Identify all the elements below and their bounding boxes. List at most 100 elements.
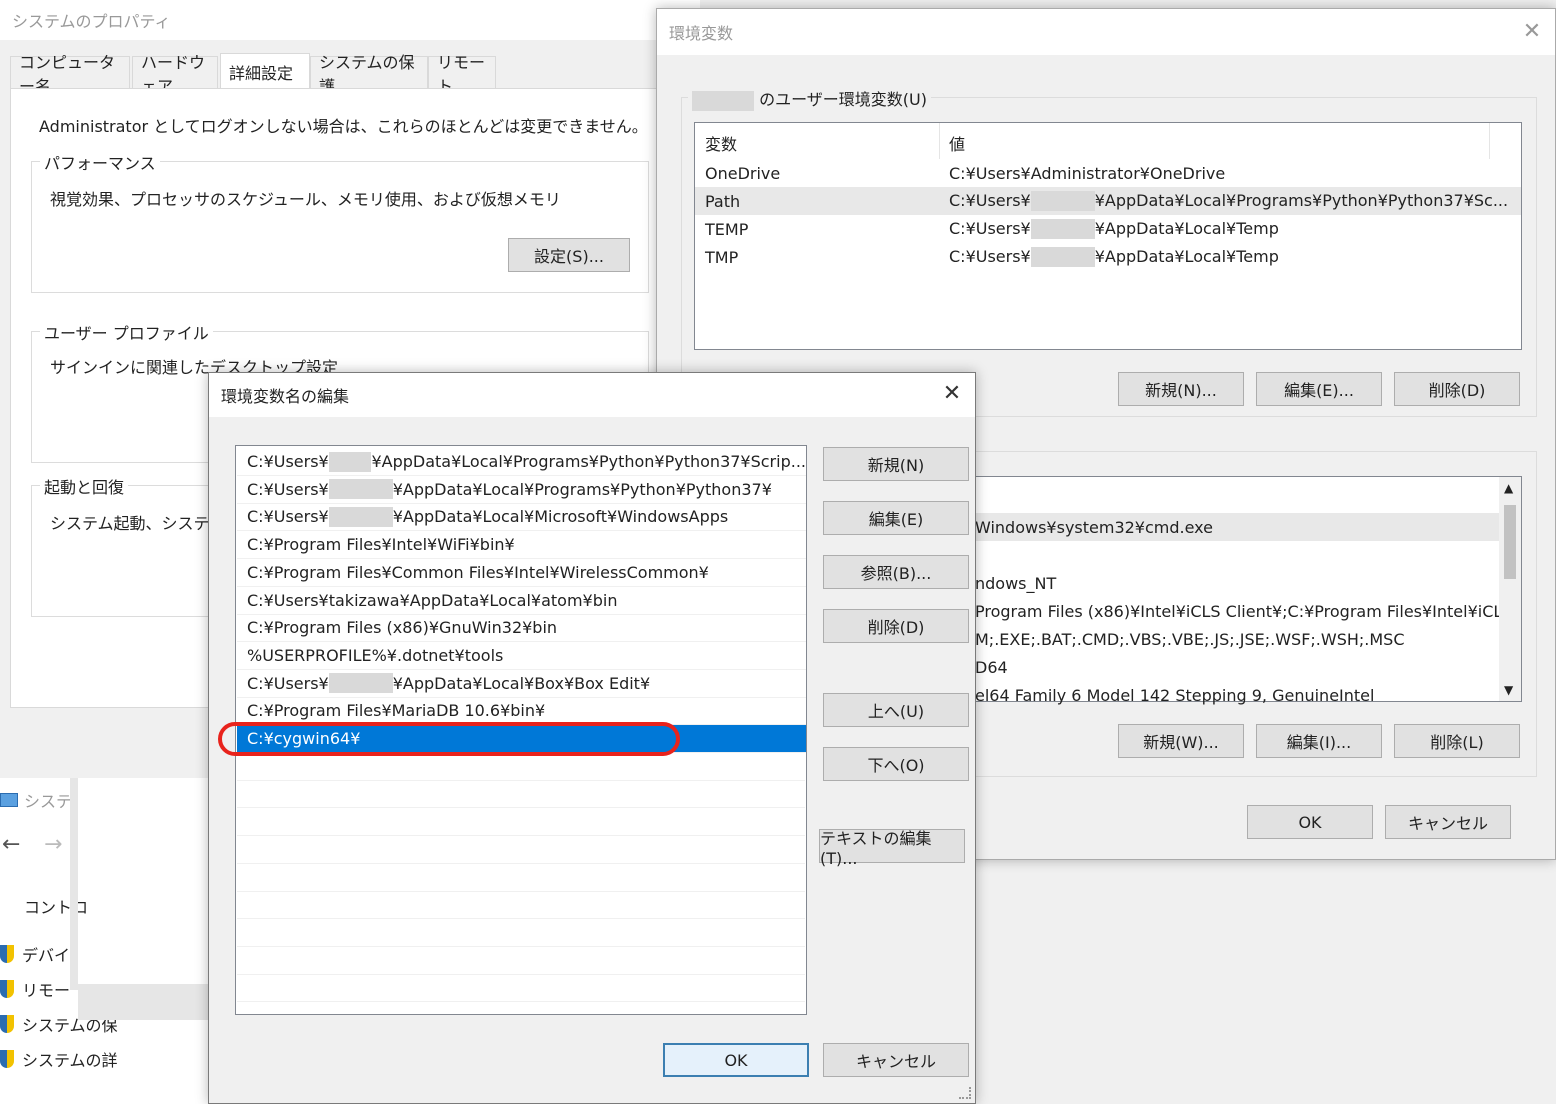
list-item[interactable]: C:¥Program Files (x86)¥GnuWin32¥bin	[237, 614, 806, 643]
startup-legend: 起動と回復	[40, 474, 129, 498]
variable-value: C:¥Users¥ ¥AppData¥Local¥Temp	[949, 218, 1279, 240]
empty-list-row[interactable]	[237, 891, 805, 920]
redacted-username	[1030, 219, 1095, 240]
variable-value: C:¥Users¥ ¥AppData¥Local¥Programs¥Python¥…	[949, 190, 1509, 212]
shield-icon	[0, 1015, 14, 1033]
resize-grip-icon[interactable]	[959, 1087, 971, 1099]
redacted-username	[692, 90, 754, 111]
performance-settings-button[interactable]: 設定(S)...	[508, 238, 630, 272]
edit-button[interactable]: 編集(E)	[823, 501, 969, 535]
list-item[interactable]: C:¥Program Files¥MariaDB 10.6¥bin¥	[237, 697, 806, 726]
move-up-button[interactable]: 上へ(U)	[823, 693, 969, 727]
user-new-button[interactable]: 新規(N)...	[1118, 372, 1244, 406]
list-item[interactable]: C:¥Program Files¥Intel¥WiFi¥bin¥	[237, 531, 806, 560]
close-icon[interactable]: ✕	[941, 383, 963, 405]
list-item[interactable]: %USERPROFILE%¥.dotnet¥tools	[237, 642, 806, 670]
tab-2[interactable]: 詳細設定	[220, 53, 310, 89]
user-delete-button[interactable]: 削除(D)	[1394, 372, 1520, 406]
variable-name: TMP	[705, 247, 739, 267]
cancel-button[interactable]: キャンセル	[823, 1043, 969, 1077]
gray-strip	[70, 778, 78, 990]
control-panel-link[interactable]: リモー	[0, 977, 70, 1001]
browse-button[interactable]: 参照(B)...	[823, 555, 969, 589]
table-row[interactable]: TMP C:¥Users¥ ¥AppData¥Local¥Temp	[695, 243, 1521, 271]
redacted-username	[328, 479, 393, 500]
control-panel-label[interactable]: コントロ	[24, 894, 88, 918]
table-row[interactable]: OneDrive C:¥Users¥Administrator¥OneDrive	[695, 159, 1521, 187]
edit-text-button[interactable]: テキストの編集(T)...	[819, 829, 965, 868]
scroll-down-icon[interactable]: ▼	[1504, 683, 1513, 697]
shield-icon	[0, 1050, 14, 1068]
variable-value: el64 Family 6 Model 142 Stepping 9, Genu…	[975, 685, 1375, 705]
list-item[interactable]: C:¥cygwin64¥	[237, 725, 806, 753]
window-title: システムのプロパティ	[12, 12, 171, 31]
table-row[interactable]: Path C:¥Users¥ ¥AppData¥Local¥Programs¥Pyt…	[695, 187, 1521, 215]
control-panel-link[interactable]: デバイ	[0, 942, 70, 966]
empty-list-row[interactable]	[237, 974, 805, 1003]
tab-3[interactable]: システムの保護	[310, 53, 428, 96]
scroll-thumb[interactable]	[1504, 505, 1516, 579]
system-delete-button[interactable]: 削除(L)	[1394, 724, 1520, 758]
control-panel-title: システ	[0, 788, 72, 812]
list-item[interactable]: C:¥Users¥takizawa¥AppData¥Local¥atom¥bin	[237, 587, 806, 615]
shield-icon	[0, 980, 14, 998]
performance-desc: 視覚効果、プロセッサのスケジュール、メモリ使用、および仮想メモリ	[50, 190, 561, 209]
variable-value: C:¥Users¥ ¥AppData¥Local¥Temp	[949, 246, 1279, 268]
system-edit-button[interactable]: 編集(I)...	[1256, 724, 1382, 758]
list-item[interactable]: C:¥Program Files¥Common Files¥Intel¥Wire…	[237, 559, 806, 587]
system-new-button[interactable]: 新規(W)...	[1118, 724, 1244, 758]
redacted-username	[328, 673, 393, 694]
list-item[interactable]: C:¥Users¥ ¥AppData¥Local¥Programs¥Python¥…	[237, 476, 806, 504]
move-down-button[interactable]: 下へ(O)	[823, 747, 969, 781]
user-vars-group: のユーザー環境変数(U) 変数 値 OneDrive C:¥Users¥Admin…	[681, 86, 1537, 417]
empty-list-row[interactable]	[237, 864, 805, 892]
performance-group: パフォーマンス 視覚効果、プロセッサのスケジュール、メモリ使用、および仮想メモリ…	[31, 150, 649, 293]
startup-desc: システム起動、システム	[50, 514, 226, 533]
column-header-value[interactable]: 値	[949, 131, 965, 155]
empty-list-row[interactable]	[237, 808, 805, 837]
system-icon	[0, 793, 18, 807]
column-divider	[1489, 123, 1490, 159]
variable-value: D64	[975, 657, 1008, 677]
env-cancel-button[interactable]: キャンセル	[1385, 805, 1511, 839]
delete-button[interactable]: 削除(D)	[823, 609, 969, 643]
env-ok-button[interactable]: OK	[1247, 805, 1373, 839]
user-edit-button[interactable]: 編集(E)...	[1256, 372, 1382, 406]
path-entries-list[interactable]: C:¥Users¥ ¥AppData¥Local¥Programs¥Python¥…	[235, 445, 807, 1015]
back-arrow-icon[interactable]: ←	[2, 832, 20, 857]
env-titlebar: 環境変数	[657, 9, 1555, 55]
list-item[interactable]: C:¥Users¥ ¥AppData¥Local¥Microsoft¥Window…	[237, 503, 806, 532]
ok-button[interactable]: OK	[663, 1043, 809, 1077]
redacted-username	[328, 451, 372, 472]
redacted-username	[1030, 191, 1095, 212]
tab-4[interactable]: リモート	[428, 53, 496, 96]
variable-name: Path	[705, 191, 741, 211]
tab-0[interactable]: コンピューター名	[10, 53, 130, 96]
variable-name: OneDrive	[705, 163, 781, 183]
empty-list-row[interactable]	[237, 836, 805, 864]
user-vars-list[interactable]: 変数 値 OneDrive C:¥Users¥Administrator¥OneD…	[694, 122, 1522, 350]
new-button[interactable]: 新規(N)	[823, 447, 969, 481]
control-panel-link[interactable]: システムの詳	[0, 1047, 118, 1071]
column-header-variable[interactable]: 変数	[705, 131, 737, 155]
control-panel-window: システ ← → コントロ デバイ リモー システムの保 システムの詳	[0, 778, 220, 1104]
admin-note: Administrator としてログオンしない場合は、これらのほとんどは変更で…	[39, 117, 648, 136]
variable-name: TEMP	[705, 219, 749, 239]
column-divider	[939, 123, 940, 159]
list-item[interactable]: C:¥Users¥ ¥AppData¥Local¥Programs¥Python¥…	[237, 448, 806, 476]
user-vars-legend: のユーザー環境変数(U)	[688, 86, 931, 111]
user-profile-legend: ユーザー プロファイル	[40, 320, 213, 344]
table-row[interactable]: TEMP C:¥Users¥ ¥AppData¥Local¥Temp	[695, 215, 1521, 243]
edit-dialog-title: 環境変数名の編集	[221, 387, 350, 406]
empty-list-row[interactable]	[237, 753, 805, 781]
vertical-scrollbar[interactable]: ▲ ▼	[1499, 477, 1521, 701]
forward-arrow-icon[interactable]: →	[44, 832, 62, 857]
scroll-up-icon[interactable]: ▲	[1504, 481, 1513, 495]
empty-list-row[interactable]	[237, 919, 805, 947]
list-item[interactable]: C:¥Users¥ ¥AppData¥Local¥Box¥Box Edit¥	[237, 670, 806, 698]
empty-list-row[interactable]	[237, 947, 805, 975]
empty-list-row[interactable]	[237, 780, 805, 809]
list-header: 変数 値	[695, 123, 1521, 159]
tab-1[interactable]: ハードウェア	[132, 53, 218, 96]
close-icon[interactable]: ✕	[1521, 21, 1543, 43]
